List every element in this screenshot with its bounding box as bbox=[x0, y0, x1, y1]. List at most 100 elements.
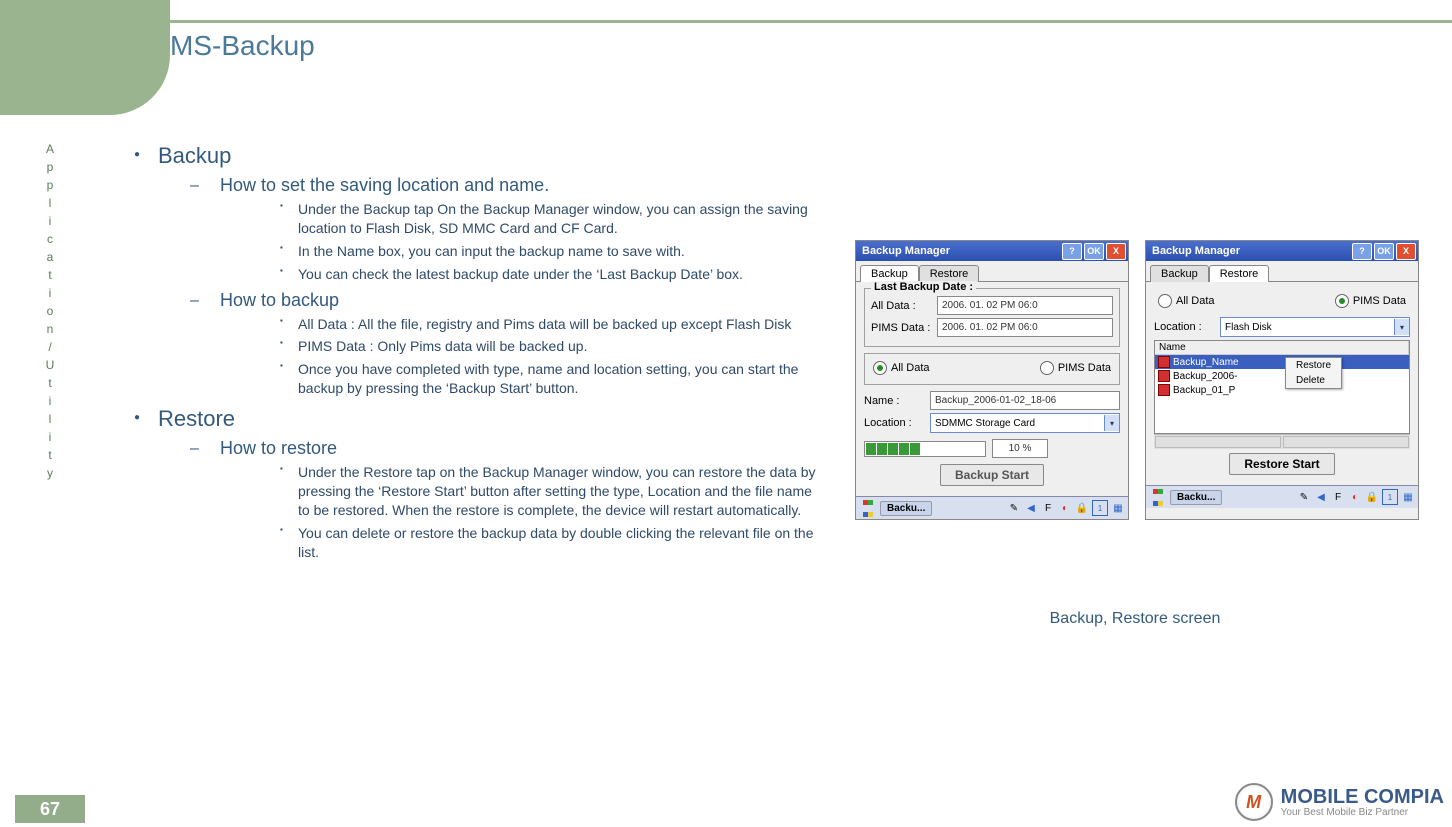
heading-backup: Backup bbox=[158, 143, 820, 169]
progress-percent: 10 % bbox=[992, 439, 1048, 458]
taskbar: Backu... ✎ ◀ F ◐ 🔒 1 ▦ bbox=[1146, 485, 1418, 508]
file-name: Backup_01_P bbox=[1173, 385, 1235, 396]
subheading-how-restore: How to restore bbox=[220, 438, 820, 459]
backup-manager-backup-window: Backup Manager ? OK X Backup Restore Las… bbox=[855, 240, 1129, 520]
tab-backup[interactable]: Backup bbox=[1150, 265, 1209, 282]
column-header-name[interactable]: Name bbox=[1155, 341, 1409, 354]
name-input[interactable]: Backup_2006-01-02_18-06 bbox=[930, 391, 1120, 410]
location-combo[interactable]: SDMMC Storage Card ▾ bbox=[930, 413, 1120, 433]
radio-dot-icon bbox=[1040, 361, 1054, 375]
tab-restore[interactable]: Restore bbox=[919, 265, 980, 282]
list-item[interactable]: Backup_Name bbox=[1155, 355, 1409, 369]
progress-bar bbox=[864, 441, 986, 457]
page-title: MS-Backup bbox=[170, 30, 315, 62]
list-item[interactable]: Backup_2006- bbox=[1155, 369, 1409, 383]
combo-value: SDMMC Storage Card bbox=[935, 418, 1035, 429]
help-button[interactable]: ? bbox=[1352, 243, 1372, 260]
window-title: Backup Manager bbox=[858, 245, 950, 257]
tray-icon[interactable]: 🔒 bbox=[1365, 490, 1379, 504]
bullet: Under the Backup tap On the Backup Manag… bbox=[280, 200, 820, 238]
help-button[interactable]: ? bbox=[1062, 243, 1082, 260]
type-group: All Data PIMS Data bbox=[864, 353, 1120, 385]
bullet: In the Name box, you can input the backu… bbox=[280, 242, 820, 261]
file-list[interactable]: Name Backup_Name Backup_2006- Backup_01_… bbox=[1154, 340, 1410, 434]
file-icon bbox=[1158, 370, 1170, 382]
heading-restore: Restore bbox=[158, 406, 820, 432]
screenshot-caption: Backup, Restore screen bbox=[855, 610, 1415, 628]
brand-logo: M MOBILE COMPIA Your Best Mobile Biz Par… bbox=[1235, 783, 1444, 821]
bullet: Once you have completed with type, name … bbox=[280, 360, 820, 398]
radio-dot-on-icon bbox=[1335, 294, 1349, 308]
radio-label: All Data bbox=[891, 362, 930, 374]
tray-icon[interactable]: F bbox=[1331, 490, 1345, 504]
subheading-saving-location: How to set the saving location and name. bbox=[220, 175, 820, 196]
close-button[interactable]: X bbox=[1396, 243, 1416, 260]
tab-backup[interactable]: Backup bbox=[860, 265, 919, 282]
tray-icon[interactable]: 🔒 bbox=[1075, 501, 1089, 515]
file-name: Backup_2006- bbox=[1173, 371, 1238, 382]
restore-start-button[interactable]: Restore Start bbox=[1229, 453, 1334, 475]
tray-icon[interactable]: F bbox=[1041, 501, 1055, 515]
tray-icon[interactable]: ◐ bbox=[1348, 490, 1362, 504]
group-legend: Last Backup Date : bbox=[871, 281, 976, 293]
window-title: Backup Manager bbox=[1148, 245, 1240, 257]
titlebar: Backup Manager ? OK X bbox=[856, 241, 1128, 261]
page-number: 67 bbox=[15, 795, 85, 823]
tray-icon[interactable]: ◀ bbox=[1024, 501, 1038, 515]
bullet: All Data : All the file, registry and Pi… bbox=[280, 315, 820, 334]
tray-icon[interactable]: 1 bbox=[1382, 489, 1398, 505]
context-menu-delete[interactable]: Delete bbox=[1286, 373, 1341, 388]
pims-data-date-value: 2006. 01. 02 PM 06:0 bbox=[937, 318, 1113, 337]
ok-button[interactable]: OK bbox=[1374, 243, 1394, 260]
radio-all-data[interactable]: All Data bbox=[873, 361, 930, 375]
location-combo[interactable]: Flash Disk ▾ bbox=[1220, 317, 1410, 337]
start-icon[interactable] bbox=[859, 500, 877, 516]
close-button[interactable]: X bbox=[1106, 243, 1126, 260]
chevron-down-icon: ▾ bbox=[1394, 319, 1409, 335]
backup-start-button[interactable]: Backup Start bbox=[940, 464, 1044, 486]
context-menu-restore[interactable]: Restore bbox=[1286, 358, 1341, 373]
task-button[interactable]: Backu... bbox=[1170, 490, 1222, 505]
radio-dot-icon bbox=[1158, 294, 1172, 308]
tab-bar: Backup Restore bbox=[1146, 261, 1418, 281]
tray-icon[interactable]: ◀ bbox=[1314, 490, 1328, 504]
combo-value: Flash Disk bbox=[1225, 322, 1272, 333]
radio-dot-on-icon bbox=[873, 361, 887, 375]
file-icon bbox=[1158, 356, 1170, 368]
list-item[interactable]: Backup_01_P bbox=[1155, 383, 1409, 397]
radio-label: All Data bbox=[1176, 295, 1215, 307]
system-tray: ✎ ◀ F ◐ 🔒 1 ▦ bbox=[1007, 500, 1125, 516]
bullet: You can delete or restore the backup dat… bbox=[280, 524, 820, 562]
brand-tagline: Your Best Mobile Biz Partner bbox=[1281, 807, 1444, 818]
radio-pims-data[interactable]: PIMS Data bbox=[1335, 294, 1406, 308]
bullet: You can check the latest backup date und… bbox=[280, 265, 820, 284]
tray-icon[interactable]: ✎ bbox=[1297, 490, 1311, 504]
task-button[interactable]: Backu... bbox=[880, 501, 932, 516]
radio-label: PIMS Data bbox=[1058, 362, 1111, 374]
radio-pims-data[interactable]: PIMS Data bbox=[1040, 361, 1111, 375]
bullet: PIMS Data : Only Pims data will be backe… bbox=[280, 337, 820, 356]
tray-icon[interactable]: ◐ bbox=[1058, 501, 1072, 515]
taskbar: Backu... ✎ ◀ F ◐ 🔒 1 ▦ bbox=[856, 496, 1128, 519]
tab-restore[interactable]: Restore bbox=[1209, 265, 1270, 282]
context-menu: Restore Delete bbox=[1285, 357, 1342, 389]
pims-data-date-label: PIMS Data : bbox=[871, 322, 931, 334]
tray-icon[interactable]: 1 bbox=[1092, 500, 1108, 516]
backup-manager-restore-window: Backup Manager ? OK X Backup Restore All… bbox=[1145, 240, 1419, 520]
subheading-how-backup: How to backup bbox=[220, 290, 820, 311]
content: Backup How to set the saving location an… bbox=[130, 135, 820, 568]
radio-all-data[interactable]: All Data bbox=[1158, 294, 1215, 308]
system-tray: ✎ ◀ F ◐ 🔒 1 ▦ bbox=[1297, 489, 1415, 505]
file-name: Backup_Name bbox=[1173, 357, 1239, 368]
start-icon[interactable] bbox=[1149, 489, 1167, 505]
scroll-area[interactable] bbox=[1154, 434, 1410, 449]
tray-icon[interactable]: ▦ bbox=[1111, 501, 1125, 515]
ok-button[interactable]: OK bbox=[1084, 243, 1104, 260]
all-data-date-label: All Data : bbox=[871, 300, 931, 312]
bullet: Under the Restore tap on the Backup Mana… bbox=[280, 463, 820, 520]
file-icon bbox=[1158, 384, 1170, 396]
name-label: Name : bbox=[864, 395, 924, 407]
tab-bar: Backup Restore bbox=[856, 261, 1128, 281]
tray-icon[interactable]: ✎ bbox=[1007, 501, 1021, 515]
tray-icon[interactable]: ▦ bbox=[1401, 490, 1415, 504]
